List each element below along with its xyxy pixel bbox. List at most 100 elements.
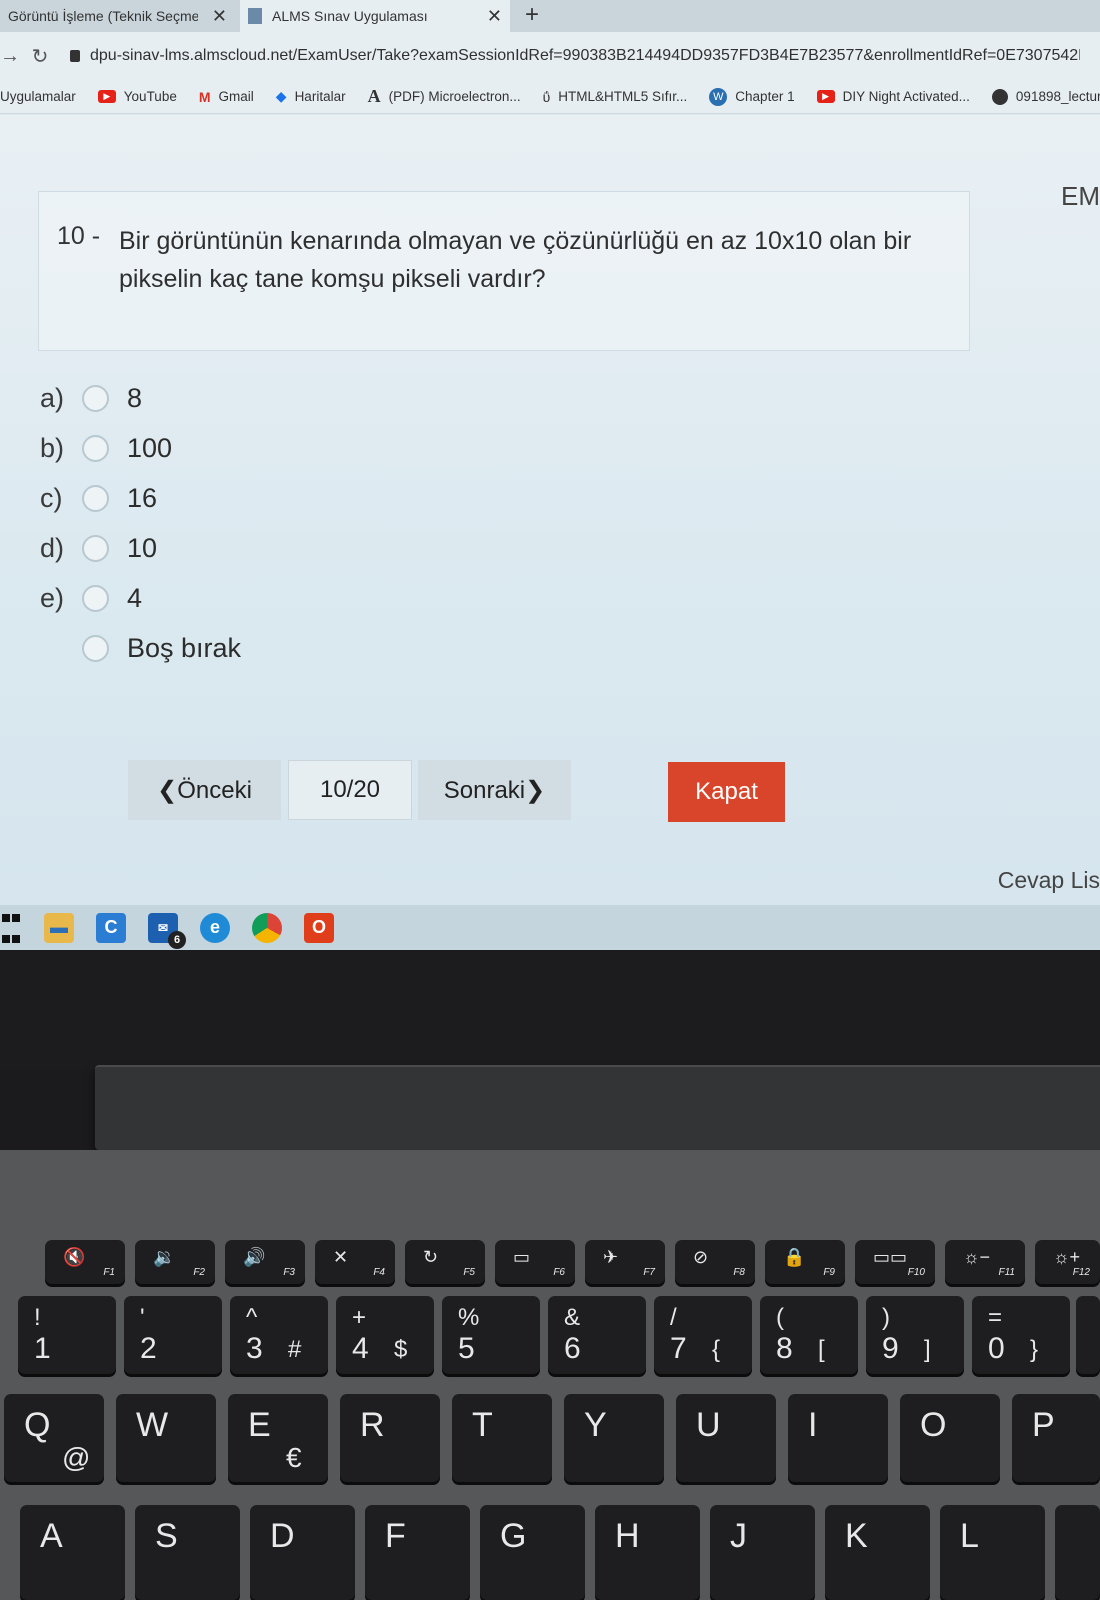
option-radio[interactable] — [82, 534, 109, 562]
chrome-icon[interactable] — [252, 912, 282, 943]
answer-list-link[interactable]: Cevap Lis — [998, 867, 1100, 894]
key-a[interactable]: A — [20, 1505, 125, 1600]
option-a[interactable]: a) 8 — [40, 378, 142, 418]
tab-title: ALMS Sınav Uygulaması — [272, 8, 428, 24]
option-d[interactable]: d) 10 — [40, 528, 157, 568]
key-char: 0 — [988, 1332, 1005, 1365]
key-f4[interactable]: ✕ F4 — [315, 1240, 395, 1284]
key-8[interactable]: ( 8 [ — [760, 1296, 858, 1374]
key-char: J — [730, 1517, 747, 1555]
file-explorer-icon[interactable]: ▬ — [44, 912, 74, 943]
bookmark-label: 091898_lectur — [1015, 89, 1100, 104]
windows-start-icon[interactable] — [0, 913, 22, 943]
key-6[interactable]: & 6 — [548, 1296, 646, 1374]
bookmark-chapter-1[interactable]: W Chapter 1 — [709, 87, 795, 106]
option-b[interactable]: b) 100 — [40, 428, 172, 468]
key-semicolon[interactable] — [1055, 1505, 1100, 1600]
key-w[interactable]: W — [116, 1394, 216, 1482]
c-app-icon[interactable]: C — [96, 912, 126, 943]
bookmark-youtube[interactable]: ▶ YouTube — [97, 89, 177, 104]
key-char: R — [360, 1406, 385, 1444]
key-g[interactable]: G — [480, 1505, 585, 1600]
key-altgr-char: € — [286, 1442, 302, 1473]
option-radio[interactable] — [82, 584, 109, 612]
bookmark-gmail[interactable]: M Gmail — [199, 89, 254, 105]
key-5[interactable]: % 5 — [442, 1296, 540, 1374]
key-shift-char: = — [988, 1304, 1003, 1331]
key-f11[interactable]: ☼− F11 — [945, 1240, 1025, 1284]
key-question[interactable] — [1076, 1296, 1100, 1374]
key-r[interactable]: R — [340, 1394, 440, 1482]
key-h[interactable]: H — [595, 1505, 700, 1600]
key-e[interactable]: E € — [228, 1394, 328, 1482]
key-i[interactable]: I — [788, 1394, 888, 1482]
key-f[interactable]: F — [365, 1505, 470, 1600]
key-j[interactable]: J — [710, 1505, 815, 1600]
key-2[interactable]: ' 2 — [124, 1296, 222, 1374]
option-radio[interactable] — [82, 434, 109, 462]
key-f5[interactable]: ↻ F5 — [405, 1240, 485, 1284]
bookmark-maps[interactable]: ◆ Haritalar — [276, 88, 346, 105]
bookmark-diy-night[interactable]: ▶ DIY Night Activated... — [816, 89, 970, 104]
key-f3[interactable]: 🔊 F3 — [225, 1240, 305, 1284]
key-f9[interactable]: 🔒 F9 — [765, 1240, 845, 1284]
key-label: F4 — [373, 1267, 385, 1278]
key-q[interactable]: Q @ — [4, 1394, 104, 1482]
close-icon[interactable]: ✕ — [212, 6, 227, 27]
windows-taskbar: ▬ C ✉ 6 e O — [0, 905, 1100, 950]
mail-icon[interactable]: ✉ 6 — [148, 912, 186, 949]
laptop-screen: Görüntü İşleme (Teknik Seçmeli ... ✕ ALM… — [0, 0, 1100, 950]
key-3[interactable]: ^ 3 # — [230, 1296, 328, 1374]
reload-icon[interactable]: ↻ — [20, 44, 60, 69]
key-f1[interactable]: 🔇 F1 — [45, 1240, 125, 1284]
volume-down-icon: 🔉 — [153, 1247, 176, 1267]
key-f12[interactable]: ☼+ F12 — [1035, 1240, 1100, 1284]
key-f2[interactable]: 🔉 F2 — [135, 1240, 215, 1284]
tab-alms-sinav[interactable]: ALMS Sınav Uygulaması ✕ — [240, 0, 510, 32]
option-radio[interactable] — [82, 384, 109, 412]
wordpress-icon: W — [709, 87, 728, 106]
key-char: L — [960, 1517, 979, 1555]
key-f8[interactable]: ⊘ F8 — [675, 1240, 755, 1284]
option-c[interactable]: c) 16 — [40, 478, 157, 518]
option-radio[interactable] — [82, 484, 109, 512]
key-9[interactable]: ) 9 ] — [866, 1296, 964, 1374]
key-o[interactable]: O — [900, 1394, 1000, 1482]
option-leave-blank[interactable]: Boş bırak — [40, 628, 241, 668]
key-t[interactable]: T — [452, 1394, 552, 1482]
key-1[interactable]: ! 1 — [18, 1296, 116, 1374]
key-f10[interactable]: ▭▭ F10 — [855, 1240, 935, 1284]
option-e[interactable]: e) 4 — [40, 578, 142, 618]
key-shift-char: & — [564, 1304, 581, 1331]
key-k[interactable]: K — [825, 1505, 930, 1600]
key-7[interactable]: / 7 { — [654, 1296, 752, 1374]
office-icon[interactable]: O — [304, 912, 334, 943]
bookmark-lecture[interactable]: 091898_lectur — [991, 88, 1100, 105]
key-s[interactable]: S — [135, 1505, 240, 1600]
forward-icon[interactable]: → — [0, 45, 20, 68]
mail-badge: 6 — [168, 930, 186, 949]
close-icon[interactable]: ✕ — [487, 6, 502, 27]
bookmark-pdf-microelectron[interactable]: A (PDF) Microelectron... — [368, 86, 521, 107]
new-tab-button[interactable]: + — [525, 0, 539, 32]
key-f6[interactable]: ▭ F6 — [495, 1240, 575, 1284]
key-u[interactable]: U — [676, 1394, 776, 1482]
key-l[interactable]: L — [940, 1505, 1045, 1600]
bookmark-html[interactable]: ΰ HTML&HTML5 Sıfır... — [543, 89, 688, 105]
key-p[interactable]: P — [1012, 1394, 1100, 1482]
bookmark-label: Haritalar — [294, 89, 346, 104]
key-y[interactable]: Y — [564, 1394, 664, 1482]
close-exam-button[interactable]: Kapat — [668, 762, 785, 822]
key-4[interactable]: + 4 $ — [336, 1296, 434, 1374]
key-0[interactable]: = 0 } — [972, 1296, 1070, 1374]
url-field[interactable]: dpu-sinav-lms.almscloud.net/ExamUser/Tak… — [90, 47, 1080, 65]
next-button[interactable]: Sonraki❯ — [418, 760, 571, 820]
option-radio[interactable] — [82, 634, 109, 662]
key-altgr-char: ] — [924, 1336, 931, 1363]
previous-button[interactable]: ❮Önceki — [128, 760, 281, 820]
key-f7[interactable]: ✈ F7 — [585, 1240, 665, 1284]
bookmark-apps[interactable]: Uygulamalar — [0, 89, 76, 104]
key-d[interactable]: D — [250, 1505, 355, 1600]
tab-goruntu-isleme[interactable]: Görüntü İşleme (Teknik Seçmeli ... ✕ — [0, 0, 235, 32]
edge-icon[interactable]: e — [200, 912, 230, 943]
